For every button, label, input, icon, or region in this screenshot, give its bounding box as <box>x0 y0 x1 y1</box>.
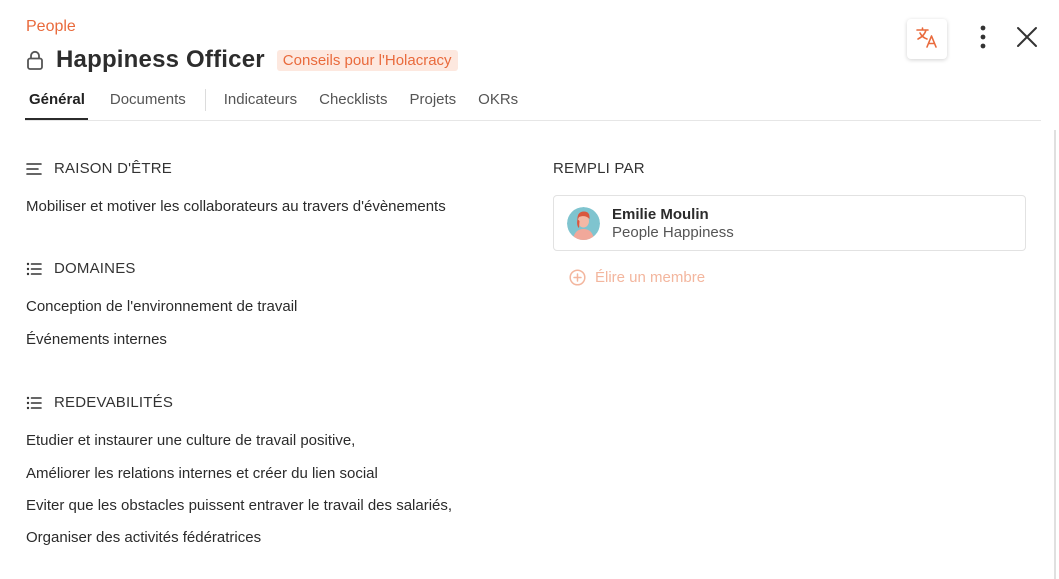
list-icon <box>26 396 42 410</box>
domains-header: DOMAINES <box>26 260 526 277</box>
member-card[interactable]: Emilie Moulin People Happiness <box>553 195 1026 251</box>
lock-icon <box>26 50 44 70</box>
scrollbar[interactable] <box>1054 130 1056 579</box>
list-item: Améliorer les relations internes et crée… <box>26 465 378 482</box>
more-vertical-icon <box>980 25 986 54</box>
domains-list: Conception de l'environnement de travail… <box>26 297 526 350</box>
accountabilities-list: Etudier et instaurer une culture de trav… <box>26 431 526 548</box>
list-item: Eviter que les obstacles puissent entrav… <box>26 497 453 514</box>
filled-by-heading: REMPLI PAR <box>553 160 645 177</box>
breadcrumb-people[interactable]: People <box>26 18 76 36</box>
member-role: People Happiness <box>612 223 734 241</box>
plus-circle-icon <box>569 269 586 286</box>
close-button[interactable] <box>1013 19 1041 59</box>
tab-okrs[interactable]: OKRs <box>478 86 518 120</box>
title-row: Happiness Officer Conseils pour l'Holacr… <box>26 46 458 74</box>
more-button[interactable] <box>969 19 997 59</box>
filled-by-section: REMPLI PAR Emilie Moulin People Happines… <box>553 160 1026 286</box>
domains-heading: DOMAINES <box>54 260 136 277</box>
text-align-left-icon <box>26 162 42 176</box>
close-icon <box>1016 26 1038 53</box>
circle-badge[interactable]: Conseils pour l'Holacracy <box>276 49 458 71</box>
avatar <box>567 206 600 240</box>
tab-checklists[interactable]: Checklists <box>319 86 387 120</box>
member-info: Emilie Moulin People Happiness <box>612 206 734 241</box>
purpose-heading: RAISON D'ÊTRE <box>54 160 172 177</box>
elect-member-button[interactable]: Élire un membre <box>569 269 1026 286</box>
translate-icon <box>915 25 939 54</box>
top-actions <box>907 19 1041 59</box>
purpose-header: RAISON D'ÊTRE <box>26 160 526 177</box>
header: People Happiness Officer Conseils pour l… <box>26 18 1059 73</box>
member-name: Emilie Moulin <box>612 205 709 223</box>
list-icon <box>26 262 42 276</box>
tab-general[interactable]: Général <box>25 86 88 120</box>
tab-documents[interactable]: Documents <box>110 86 186 120</box>
elect-member-label: Élire un membre <box>595 269 706 286</box>
accountabilities-header: REDEVABILITÉS <box>26 394 526 411</box>
tab-divider <box>204 89 206 111</box>
list-item: Organiser des activités fédératrices <box>26 529 262 546</box>
list-item: Conception de l'environnement de travail <box>26 298 298 315</box>
tab-indicateurs[interactable]: Indicateurs <box>224 86 297 120</box>
filled-by-header: REMPLI PAR <box>553 160 1026 177</box>
role-details: RAISON D'ÊTRE Mobiliser et motiver les c… <box>26 160 526 548</box>
list-item: Événements internes <box>26 331 167 348</box>
accountabilities-heading: REDEVABILITÉS <box>54 394 174 411</box>
tab-bar: Général Documents Indicateurs Checklists… <box>25 86 1041 121</box>
page-title: Happiness Officer <box>56 46 265 73</box>
list-item: Etudier et instaurer une culture de trav… <box>26 432 356 449</box>
tab-projets[interactable]: Projets <box>409 86 456 120</box>
purpose-text: Mobiliser et motiver les collaborateurs … <box>26 198 446 215</box>
translate-button[interactable] <box>907 19 947 59</box>
